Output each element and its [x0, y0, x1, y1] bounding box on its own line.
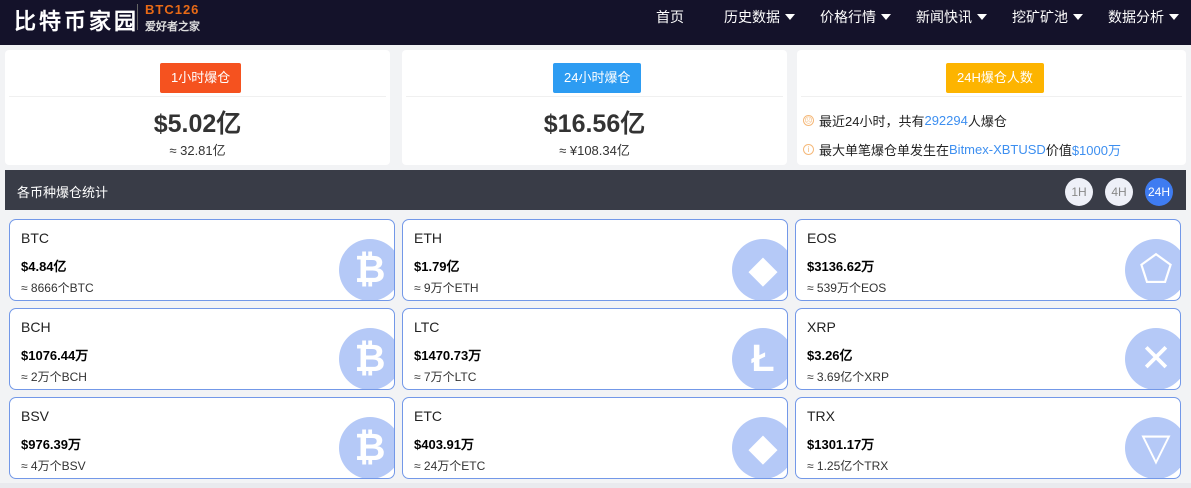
- people-count: 292294: [924, 113, 968, 128]
- coin-card-bsv[interactable]: BSV $976.39万 ≈ 4万个BSV ₿: [9, 397, 395, 479]
- summary-people: 24H爆仓人数 ☹ 最近24小时，共有 292294 人爆仓 i 最大单笔爆仓单发生…: [797, 50, 1186, 165]
- nav-label: 价格行情: [820, 8, 876, 25]
- coin-value: $403.91万: [414, 437, 474, 452]
- coin-card-btc[interactable]: BTC $4.84亿 ≈ 8666个BTC ₿: [9, 219, 395, 301]
- badge-1h[interactable]: 1小时爆仓: [160, 63, 242, 93]
- chevron-down-icon: [1073, 13, 1083, 20]
- section-title: 各币种爆仓统计: [17, 185, 109, 200]
- coin-name: ETH: [414, 230, 442, 246]
- coin-name: ETC: [414, 408, 442, 424]
- nav-label: 首页: [656, 8, 684, 25]
- coin-card-xrp[interactable]: XRP $3.26亿 ≈ 3.69亿个XRP ✕: [795, 308, 1181, 390]
- liquidation-sub: ≈ 32.81亿: [169, 143, 226, 158]
- coin-card-eth[interactable]: ETH $1.79亿 ≈ 9万个ETH ◆: [402, 219, 788, 301]
- coin-amount: ≈ 8666个BTC: [21, 281, 94, 295]
- chevron-down-icon: [785, 13, 795, 20]
- coin-value: $1470.73万: [414, 348, 482, 363]
- logo-en: BTC126: [145, 2, 200, 17]
- logo-sub: 爱好者之家: [145, 21, 200, 33]
- summary-1h: 1小时爆仓 $5.02亿 ≈ 32.81亿: [5, 50, 390, 165]
- coin-value: $4.84亿: [21, 259, 67, 274]
- coin-amount: ≈ 2万个BCH: [21, 370, 87, 384]
- nav-home[interactable]: 首页: [656, 0, 684, 33]
- eos-icon: ⬠: [1125, 239, 1180, 300]
- nav-analysis[interactable]: 数据分析: [1108, 0, 1179, 33]
- divider: [801, 96, 1182, 97]
- coin-name: BCH: [21, 319, 51, 335]
- litecoin-icon: Ł: [732, 328, 787, 389]
- text: 最近24小时，共有: [819, 114, 925, 129]
- coin-card-etc[interactable]: ETC $403.91万 ≈ 24万个ETC ◆: [402, 397, 788, 479]
- liquidation-sub: ≈ ¥108.34亿: [559, 143, 630, 158]
- logo[interactable]: 比特币家园: [14, 4, 139, 36]
- liquidation-value: $16.56亿: [543, 110, 646, 138]
- coin-card-bch[interactable]: BCH $1076.44万 ≈ 2万个BCH ₿: [9, 308, 395, 390]
- coin-value: $3136.62万: [807, 259, 875, 274]
- badge-people[interactable]: 24H爆仓人数: [946, 63, 1044, 93]
- coin-name: BTC: [21, 230, 49, 246]
- exchange-link[interactable]: Bitmex-XBTUSD: [949, 142, 1046, 157]
- coin-amount: ≈ 4万个BSV: [21, 459, 86, 473]
- coin-amount: ≈ 539万个EOS: [807, 281, 887, 295]
- coin-name: EOS: [807, 230, 837, 246]
- nav-history[interactable]: 历史数据: [724, 0, 795, 33]
- period-4h[interactable]: 4H: [1105, 178, 1133, 206]
- nav-label: 新闻快讯: [916, 8, 972, 25]
- period-24h[interactable]: 24H: [1145, 178, 1173, 206]
- chevron-down-icon: [977, 13, 987, 20]
- coin-name: BSV: [21, 408, 50, 424]
- nav-mining[interactable]: 挖矿矿池: [1012, 0, 1083, 33]
- coin-amount: ≈ 1.25亿个TRX: [807, 459, 889, 473]
- largest-value: $1000万: [1071, 143, 1121, 158]
- coin-value: $1301.17万: [807, 437, 875, 452]
- bsv-icon: ₿: [339, 417, 394, 478]
- nav-label: 数据分析: [1108, 8, 1164, 25]
- ethereum-icon: ◆: [732, 239, 787, 300]
- ripple-icon: ✕: [1125, 328, 1180, 389]
- coin-name: TRX: [807, 408, 835, 424]
- footer-strip: [0, 483, 1191, 488]
- coin-value: $3.26亿: [807, 348, 853, 363]
- divider: [406, 96, 783, 97]
- chevron-down-icon: [881, 13, 891, 20]
- bitcoin-cash-icon: ₿: [339, 328, 394, 389]
- chevron-down-icon: [1169, 13, 1179, 20]
- people-count-line: ☹ 最近24小时，共有 292294 人爆仓: [803, 111, 1007, 130]
- ethereum-classic-icon: ◆: [732, 417, 787, 478]
- coin-value: $1.79亿: [414, 259, 460, 274]
- sad-face-icon: ☹: [803, 115, 814, 126]
- nav-prices[interactable]: 价格行情: [820, 0, 891, 33]
- nav-label: 挖矿矿池: [1012, 8, 1068, 25]
- coin-value: $976.39万: [21, 437, 81, 452]
- section-header: 各币种爆仓统计 1H 4H 24H: [5, 170, 1186, 210]
- summary-24h: 24小时爆仓 $16.56亿 ≈ ¥108.34亿: [402, 50, 787, 165]
- divider: [9, 96, 386, 97]
- tron-icon: ▽: [1125, 417, 1180, 478]
- coin-card-ltc[interactable]: LTC $1470.73万 ≈ 7万个LTC Ł: [402, 308, 788, 390]
- period-1h[interactable]: 1H: [1065, 178, 1093, 206]
- bitcoin-icon: ₿: [339, 239, 394, 300]
- coin-value: $1076.44万: [21, 348, 89, 363]
- text: 人爆仓: [967, 114, 1007, 129]
- info-icon: i: [803, 144, 814, 155]
- largest-order-line: i 最大单笔爆仓单发生在 Bitmex-XBTUSD 价值 $1000万: [803, 140, 1121, 159]
- logo-divider: [137, 4, 138, 30]
- nav-label: 历史数据: [724, 8, 780, 25]
- text: 价值: [1045, 143, 1072, 158]
- badge-24h[interactable]: 24小时爆仓: [553, 63, 642, 93]
- nav-news[interactable]: 新闻快讯: [916, 0, 987, 33]
- coin-card-eos[interactable]: EOS $3136.62万 ≈ 539万个EOS ⬠: [795, 219, 1181, 301]
- coin-amount: ≈ 9万个ETH: [414, 281, 479, 295]
- coin-card-trx[interactable]: TRX $1301.17万 ≈ 1.25亿个TRX ▽: [795, 397, 1181, 479]
- top-header: 比特币家园 BTC126 爱好者之家 首页 历史数据 价格行情 新闻快讯 挖矿矿…: [0, 0, 1191, 45]
- coin-amount: ≈ 24万个ETC: [414, 459, 486, 473]
- liquidation-value: $5.02亿: [153, 110, 242, 138]
- coin-name: XRP: [807, 319, 836, 335]
- coin-amount: ≈ 3.69亿个XRP: [807, 370, 889, 384]
- coin-amount: ≈ 7万个LTC: [414, 370, 477, 384]
- text: 最大单笔爆仓单发生在: [819, 143, 950, 158]
- coin-name: LTC: [414, 319, 440, 335]
